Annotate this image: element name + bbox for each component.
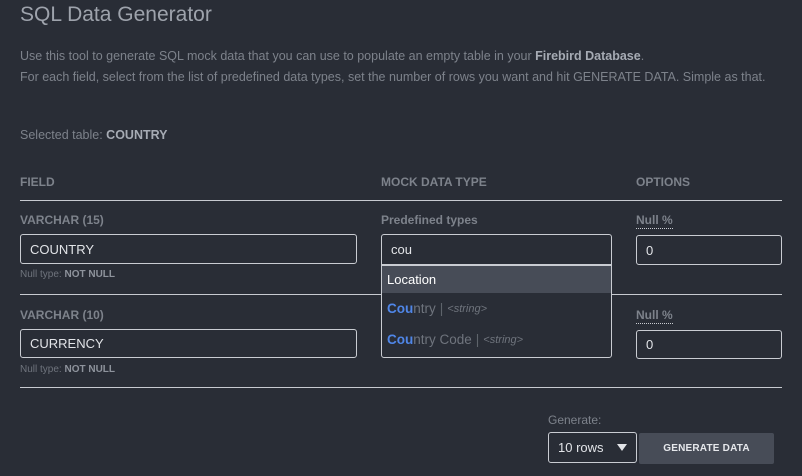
chevron-down-icon [617, 444, 627, 451]
column-header-mock-type: MOCK DATA TYPE [381, 175, 487, 189]
header-divider [20, 200, 782, 201]
dropdown-group-location: Location [382, 266, 611, 293]
field-type-label: VARCHAR (15) [20, 213, 104, 227]
null-type: Null type: NOT NULL [20, 364, 116, 375]
column-header-options: OPTIONS [636, 175, 691, 189]
intro-text: Use this tool to generate SQL mock data … [20, 46, 790, 87]
dropdown-option-country[interactable]: Cou ntry | <string> [382, 293, 611, 324]
null-percent-label: Null % [636, 213, 673, 229]
null-type: Null type: NOT NULL [20, 269, 116, 280]
rows-select[interactable]: 10 rows [548, 432, 637, 463]
column-header-field: FIELD [20, 175, 55, 189]
dropdown-option-country-code[interactable]: Cou ntry Code | <string> [382, 324, 611, 355]
row-divider [20, 387, 782, 388]
rows-select-value: 10 rows [558, 440, 604, 455]
page-title: SQL Data Generator [20, 3, 212, 26]
null-percent-label: Null % [636, 308, 673, 324]
generate-label: Generate: [548, 413, 602, 427]
null-percent-input[interactable]: 0 [636, 235, 782, 265]
intro-line-1: Use this tool to generate SQL mock data … [20, 49, 645, 63]
database-name: Firebird Database [535, 49, 641, 63]
predefined-types-label: Predefined types [381, 213, 478, 227]
mock-type-search-input[interactable]: cou [381, 234, 612, 265]
field-name-input[interactable]: CURRENCY [20, 329, 357, 358]
generate-data-button[interactable]: GENERATE DATA [639, 433, 774, 464]
field-type-label: VARCHAR (10) [20, 308, 104, 322]
selected-table-name: COUNTRY [106, 128, 168, 142]
selected-table: Selected table: COUNTRY [20, 128, 168, 142]
intro-line-2: For each field, select from the list of … [20, 69, 766, 84]
field-name-input[interactable]: COUNTRY [20, 234, 357, 264]
null-percent-input[interactable]: 0 [636, 330, 782, 359]
mock-type-dropdown: Location Cou ntry | <string> Cou ntry Code | <… [381, 265, 612, 358]
